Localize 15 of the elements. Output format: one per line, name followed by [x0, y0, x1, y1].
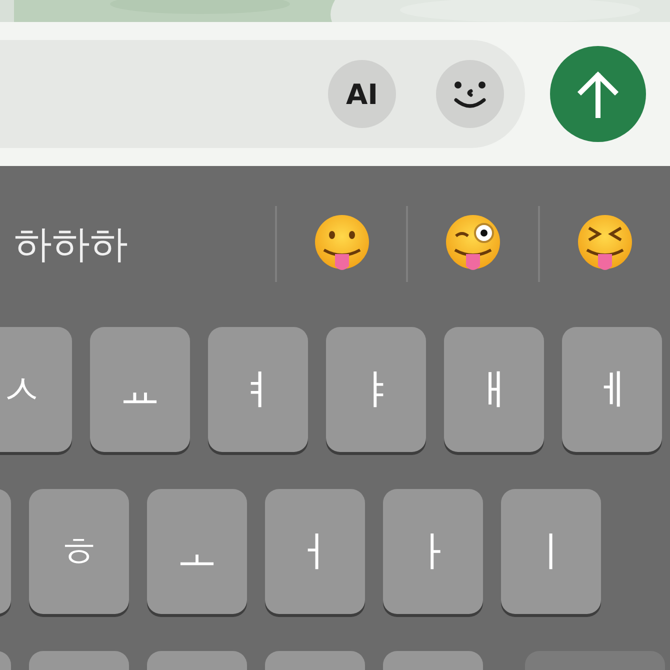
keyboard-key[interactable]: ㅅ	[0, 327, 72, 452]
keyboard-key[interactable]: ㅕ	[208, 327, 308, 452]
suggestion[interactable]: 하하하	[0, 206, 275, 282]
message-field[interactable]: AI	[0, 40, 525, 148]
ai-button[interactable]: AI	[328, 60, 396, 128]
keyboard-key[interactable]: ㅛ	[90, 327, 190, 452]
keyboard-key[interactable]: ㅏ	[383, 489, 483, 614]
keyboard-key[interactable]: ㅐ	[444, 327, 544, 452]
keyboard-key[interactable]: ㅗ	[147, 489, 247, 614]
keyboard-key[interactable]: ㅑ	[326, 327, 426, 452]
keyboard-key[interactable]: ㅎ	[29, 489, 129, 614]
keyboard-key[interactable]: ㅣ	[501, 489, 601, 614]
keyboard-key[interactable]: ㅔ	[562, 327, 662, 452]
keyboard-key[interactable]: ㅓ	[265, 489, 365, 614]
smiley-icon	[452, 79, 488, 109]
